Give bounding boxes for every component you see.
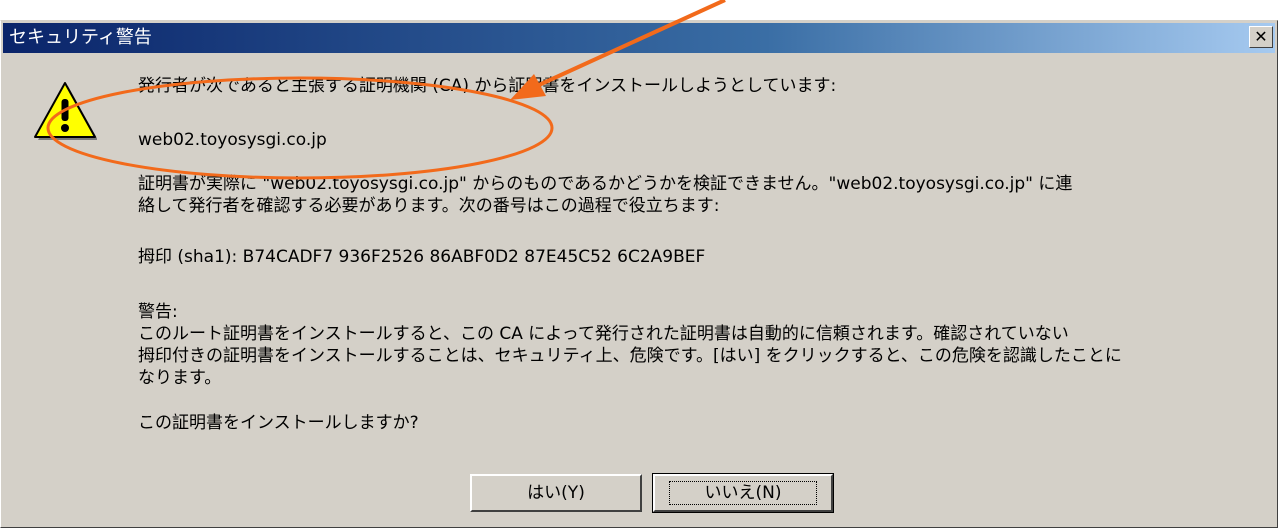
- verify-notice-text: 証明書が実際に "web02.toyosysgi.co.jp" からのものである…: [138, 174, 1073, 216]
- no-button-label: いいえ(N): [669, 481, 817, 505]
- warning-block: 警告: このルート証明書をインストールすると、この CA によって発行された証明…: [138, 301, 1122, 389]
- no-button[interactable]: いいえ(N): [652, 473, 834, 513]
- close-button[interactable]: ✕: [1249, 26, 1273, 48]
- warning-text: このルート証明書をインストールすると、この CA によって発行された証明書は自動…: [138, 324, 1122, 388]
- title-bar[interactable]: セキュリティ警告 ✕: [3, 23, 1275, 53]
- warning-heading: 警告:: [138, 302, 178, 322]
- security-warning-dialog: セキュリティ警告 ✕ 発行者が次であると主張する証明機関 (CA) から証明書を…: [0, 20, 1278, 528]
- thumbprint-text: 拇印 (sha1): B74CADF7 936F2526 86ABF0D2 87…: [138, 247, 706, 267]
- install-question: この証明書をインストールしますか?: [138, 413, 419, 433]
- yes-button[interactable]: はい(Y): [470, 474, 642, 512]
- issuer-name: web02.toyosysgi.co.jp: [138, 130, 327, 150]
- warning-icon: [34, 82, 97, 140]
- dialog-title: セキュリティ警告: [9, 27, 152, 48]
- install-notice-text: 発行者が次であると主張する証明機関 (CA) から証明書をインストールしようとし…: [138, 76, 837, 96]
